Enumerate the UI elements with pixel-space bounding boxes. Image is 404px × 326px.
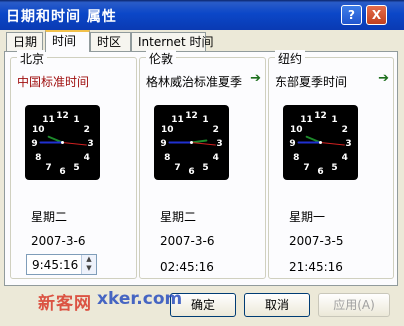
spin-up-icon[interactable]: ▲: [82, 255, 96, 264]
second-hand: [62, 142, 87, 146]
analog-clock: 12 1 2 3 4 5 6 7 8 9 10 11: [25, 105, 100, 180]
analog-clock: 12 1 2 3 4 5 6 7 8 9 10 11: [154, 105, 229, 180]
clock-numeral: 7: [303, 163, 309, 173]
date-label: 2007-3-6: [160, 234, 215, 248]
clock-numeral: 8: [35, 153, 41, 163]
clock-numeral: 12: [314, 111, 327, 121]
second-hand: [191, 142, 216, 146]
clock-numeral: 9: [31, 139, 37, 149]
weekday-label: 星期二: [160, 210, 197, 224]
watermark-brand: xker.com: [97, 289, 183, 309]
time-label: 02:45:16: [160, 260, 214, 274]
clock-group-london: 伦敦 格林威治标准夏季 ➔ 12 1 2 3 4 5 6 7 8 9 10 11 星期二 2007-3…: [139, 50, 266, 279]
clock-numeral: 2: [342, 125, 348, 135]
clock-face: 12 12 3 45678 9 1011: [160, 111, 222, 177]
date-label: 2007-3-6: [31, 234, 86, 248]
clock-numeral: 4: [213, 153, 219, 163]
clock-numeral: 7: [45, 163, 51, 173]
time-field[interactable]: 9:45:16 ▲ ▼: [26, 254, 97, 275]
clock-numeral: 12: [185, 111, 198, 121]
clock-numeral: 2: [213, 125, 219, 135]
analog-clock: 12 1 2 3 4 5 6 7 8 9 10 11: [283, 105, 358, 180]
clock-numeral: 1: [73, 115, 79, 125]
clock-numeral: 4: [84, 153, 90, 163]
clock-numeral: 3: [87, 139, 93, 149]
clock-numeral: 9: [289, 139, 295, 149]
clock-group-newyork: 纽约 东部夏季时间 ➔ 12 1 2 3 4 5 6 7 8 9 10 11 星期一 2007-3-5…: [268, 50, 394, 279]
tab-timezone[interactable]: 时区: [90, 32, 131, 51]
clock-numeral: 7: [174, 163, 180, 173]
clock-numeral: 6: [188, 167, 194, 177]
clock-numeral: 5: [73, 163, 79, 173]
clock-numeral: 11: [300, 115, 313, 125]
tab-time[interactable]: 时间: [45, 30, 90, 52]
date-label: 2007-3-5: [289, 234, 344, 248]
clock-numeral: 1: [202, 115, 208, 125]
window-title: 日期和时间 属性: [6, 9, 117, 25]
clock-numeral: 10: [290, 125, 303, 135]
cancel-button[interactable]: 取消: [244, 293, 310, 317]
clock-numeral: 1: [331, 115, 337, 125]
tab-date[interactable]: 日期: [6, 32, 43, 51]
time-spinner[interactable]: ▲ ▼: [81, 255, 96, 274]
clock-face: 12 12 3 45678 9 1011: [31, 111, 93, 177]
clock-face: 12 12 3 45678 9 1011: [289, 111, 351, 177]
arrow-right-icon[interactable]: ➔: [250, 71, 261, 86]
tab-internet-time[interactable]: Internet 时间: [131, 32, 213, 51]
city-label: 纽约: [275, 50, 306, 67]
clock-numeral: 3: [216, 139, 222, 149]
title-bar[interactable]: 日期和时间 属性 ? X: [0, 0, 404, 30]
city-label: 伦敦: [146, 50, 177, 67]
close-button[interactable]: X: [366, 5, 387, 25]
clock-center: [190, 141, 193, 144]
city-label: 北京: [17, 50, 48, 67]
clock-numeral: 8: [164, 153, 170, 163]
clock-numeral: 11: [42, 115, 55, 125]
clock-center: [61, 141, 64, 144]
help-button[interactable]: ?: [341, 5, 362, 25]
zone-label: 中国标准时间: [17, 75, 90, 89]
clock-numeral: 12: [56, 111, 69, 121]
second-hand: [320, 142, 345, 146]
clock-numeral: 5: [202, 163, 208, 173]
weekday-label: 星期一: [289, 210, 326, 224]
clock-numeral: 10: [32, 125, 45, 135]
clock-numeral: 6: [317, 167, 323, 177]
clock-numeral: 11: [171, 115, 184, 125]
clock-center: [319, 141, 322, 144]
clock-numeral: 3: [345, 139, 351, 149]
spin-down-icon[interactable]: ▼: [82, 264, 96, 273]
time-value: 9:45:16: [32, 258, 79, 272]
arrow-right-icon[interactable]: ➔: [378, 71, 389, 86]
zone-label: 东部夏季时间: [275, 75, 348, 89]
hour-hand: [190, 139, 208, 144]
time-label: 21:45:16: [289, 260, 343, 274]
weekday-label: 星期二: [31, 210, 68, 224]
zone-label: 格林威治标准夏季: [146, 75, 243, 89]
clock-numeral: 5: [331, 163, 337, 173]
clock-numeral: 2: [84, 125, 90, 135]
clock-numeral: 8: [293, 153, 299, 163]
clock-numeral: 4: [342, 153, 348, 163]
clock-numeral: 10: [161, 125, 174, 135]
clock-group-beijing: 北京 中国标准时间 12 1 2 3 4 5 6 7 8 9 10 11 星期二 2007-3-6 9…: [10, 50, 137, 279]
clock-numeral: 6: [59, 167, 65, 177]
clock-numeral: 9: [160, 139, 166, 149]
apply-button[interactable]: 应用(A): [318, 293, 390, 317]
watermark-site: 新客网: [38, 294, 92, 314]
